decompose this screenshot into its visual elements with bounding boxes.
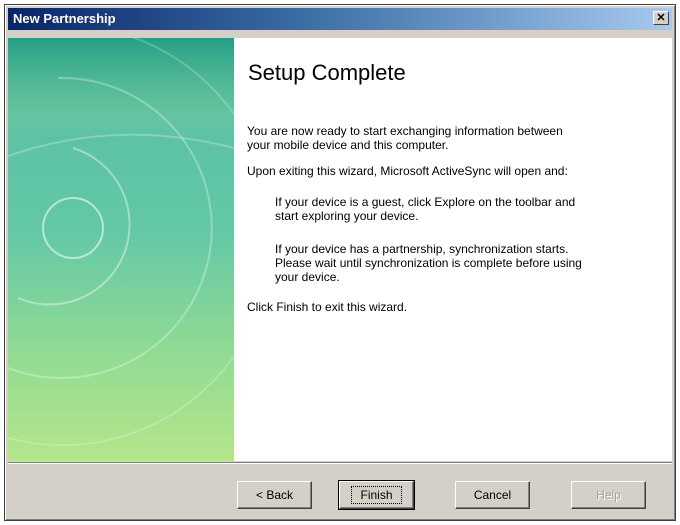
button-separator [8, 462, 672, 464]
wizard-content-panel: Setup Complete You are now ready to star… [234, 38, 672, 461]
finish-button-label: Finish [351, 486, 402, 504]
close-icon: ✕ [656, 12, 666, 24]
banner-swirl-graphic [8, 38, 234, 447]
wizard-banner-image [8, 38, 234, 461]
partnership-info-line3: your device. [275, 270, 340, 284]
close-button[interactable]: ✕ [653, 11, 669, 25]
page-title: Setup Complete [248, 60, 406, 85]
partnership-info-line1: If your device has a partnership, synchr… [275, 242, 569, 256]
wizard-window: New Partnership ✕ Setup Complete You are… [4, 4, 676, 521]
back-button[interactable]: < Back [237, 481, 312, 509]
guest-info-line2: start exploring your device. [275, 209, 419, 223]
window-title: New Partnership [13, 11, 116, 26]
cancel-button[interactable]: Cancel [455, 481, 530, 509]
finish-instruction-text: Click Finish to exit this wizard. [247, 300, 408, 314]
finish-button[interactable]: Finish [338, 480, 415, 510]
guest-info-line1: If your device is a guest, click Explore… [275, 195, 576, 209]
title-bar[interactable]: New Partnership ✕ [8, 8, 672, 30]
partnership-info-line2: Please wait until synchronization is com… [275, 256, 582, 270]
exit-info-text: Upon exiting this wizard, Microsoft Acti… [247, 164, 568, 178]
intro-text-line2: your mobile device and this computer. [247, 138, 449, 152]
help-button: Help [571, 481, 646, 509]
intro-text-line1: You are now ready to start exchanging in… [247, 124, 563, 138]
